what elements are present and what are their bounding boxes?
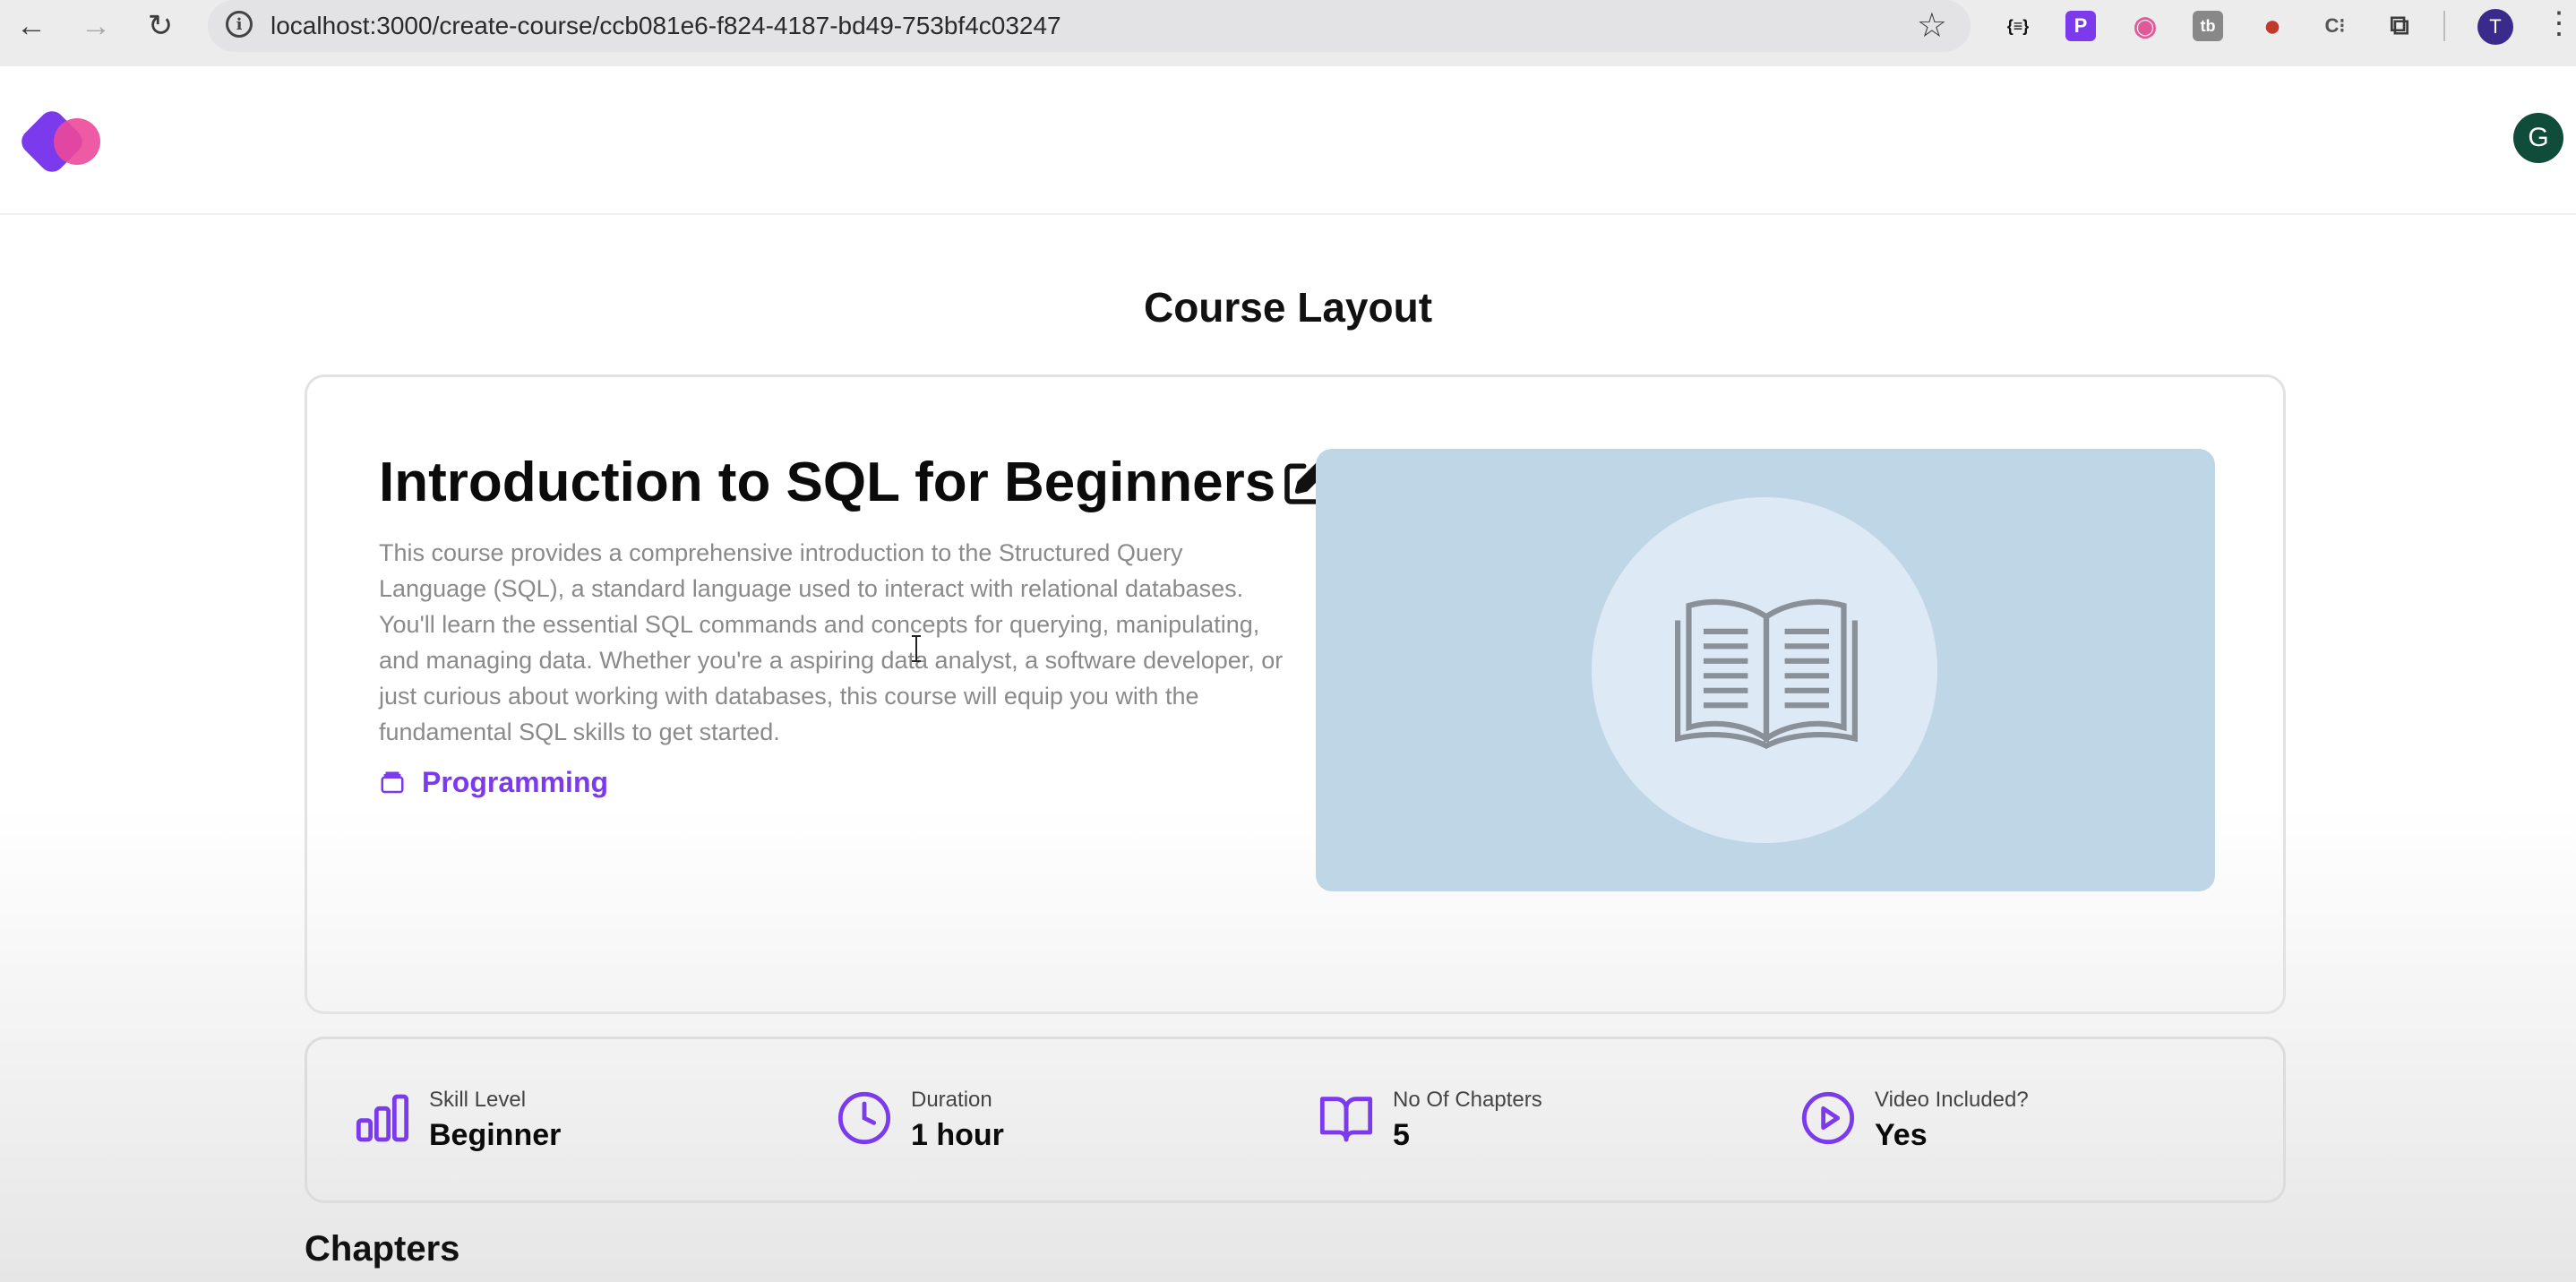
user-avatar[interactable]: G xyxy=(2513,113,2563,163)
purple-p-extension-icon[interactable]: P xyxy=(2065,11,2096,41)
chapters-heading: Chapters xyxy=(305,1229,460,1269)
c-extension-icon[interactable]: C⁝ xyxy=(2320,11,2350,41)
app-header: G xyxy=(0,66,2576,215)
json-viewer-icon[interactable]: {≡} xyxy=(2003,11,2033,41)
stat-label: Duration xyxy=(911,1088,992,1112)
address-bar[interactable]: i localhost:3000/create-course/ccb081e6-… xyxy=(208,0,1971,52)
course-title: Introduction to SQL for Beginners xyxy=(379,452,1276,513)
browser-menu-icon[interactable]: ⋮ xyxy=(2544,5,2574,41)
layers-icon xyxy=(381,771,404,793)
category-label: Programming xyxy=(422,766,609,798)
reload-icon[interactable]: ↻ xyxy=(131,0,190,52)
text-cursor-icon xyxy=(912,635,921,662)
page-title: Course Layout xyxy=(1143,284,1433,331)
course-category: Programming xyxy=(379,766,608,799)
course-banner-image xyxy=(1316,449,2215,891)
address-bar-url[interactable]: localhost:3000/create-course/ccb081e6-f8… xyxy=(270,12,1061,40)
browser-toolbar: ← → ↻ i localhost:3000/create-course/ccb… xyxy=(0,0,2576,67)
browser-profile-avatar[interactable]: T xyxy=(2477,9,2513,45)
stat-label: Skill Level xyxy=(429,1088,527,1112)
stat-value: Yes xyxy=(1875,1118,1928,1152)
course-description: This course provides a comprehensive int… xyxy=(379,539,1284,745)
course-info-card: Introduction to SQL for Beginners This c… xyxy=(305,374,2286,1014)
stat-value: 1 hour xyxy=(911,1118,1004,1152)
stat-label: Video Included? xyxy=(1875,1088,2029,1112)
back-arrow-icon[interactable]: ← xyxy=(2,0,61,52)
extensions-puzzle-icon[interactable]: ⧉ xyxy=(2384,11,2415,41)
tb-extension-icon[interactable]: tb xyxy=(2193,11,2223,41)
site-info-icon[interactable]: i xyxy=(226,11,253,38)
stat-value: Beginner xyxy=(429,1118,562,1152)
course-title-row: Introduction to SQL for Beginners xyxy=(379,451,1331,514)
course-stats-card: Skill Level Beginner Duration 1 hour No … xyxy=(305,1037,2286,1203)
red-extension-icon[interactable]: ● xyxy=(2257,9,2288,43)
play-circle-icon xyxy=(1801,1091,1855,1145)
bookmark-star-icon[interactable]: ☆ xyxy=(1917,5,1947,46)
open-book-icon xyxy=(1675,598,1858,750)
clock-icon xyxy=(837,1091,891,1145)
stat-value: 5 xyxy=(1393,1118,1410,1152)
color-picker-icon[interactable]: ◉ xyxy=(2130,11,2160,41)
bar-chart-icon xyxy=(356,1094,409,1142)
app-logo[interactable] xyxy=(16,106,102,177)
stat-label: No Of Chapters xyxy=(1393,1088,1542,1112)
forward-arrow-icon[interactable]: → xyxy=(66,0,125,52)
toolbar-divider xyxy=(2443,11,2445,41)
book-open-icon xyxy=(1319,1097,1373,1142)
